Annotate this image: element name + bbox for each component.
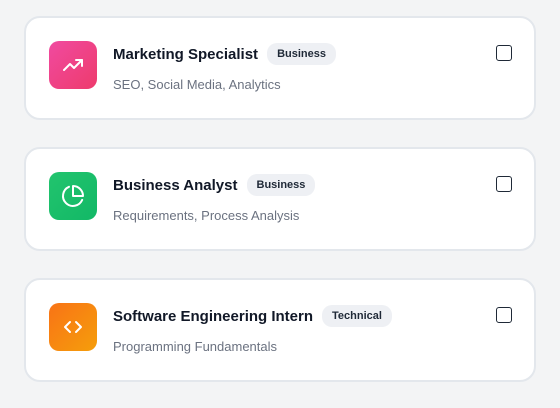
- code-icon: [49, 303, 97, 351]
- role-card-list: Marketing Specialist Business SEO, Socia…: [0, 0, 560, 408]
- role-skills: SEO, Social Media, Analytics: [113, 77, 281, 92]
- select-checkbox[interactable]: [496, 176, 512, 192]
- role-title: Marketing Specialist: [113, 45, 259, 63]
- card-title-row: Software Engineering Intern Technical: [113, 305, 392, 327]
- role-card-software-engineering-intern[interactable]: Software Engineering Intern Technical Pr…: [24, 278, 536, 382]
- role-skills: Requirements, Process Analysis: [113, 208, 300, 223]
- card-title-row: Marketing Specialist Business: [113, 43, 336, 65]
- role-title: Business Analyst: [113, 176, 238, 194]
- category-badge: Business: [246, 174, 316, 196]
- category-badge: Business: [267, 43, 336, 65]
- card-title-row: Business Analyst Business: [113, 174, 316, 196]
- role-card-marketing-specialist[interactable]: Marketing Specialist Business SEO, Socia…: [24, 16, 536, 120]
- pie-chart-icon: [49, 172, 97, 220]
- trending-up-icon: [49, 41, 97, 89]
- select-checkbox[interactable]: [496, 45, 512, 61]
- role-title: Software Engineering Intern: [113, 307, 314, 325]
- role-skills: Programming Fundamentals: [113, 339, 278, 354]
- role-card-business-analyst[interactable]: Business Analyst Business Requirements, …: [24, 147, 536, 251]
- category-badge: Technical: [322, 305, 392, 327]
- select-checkbox[interactable]: [496, 307, 512, 323]
